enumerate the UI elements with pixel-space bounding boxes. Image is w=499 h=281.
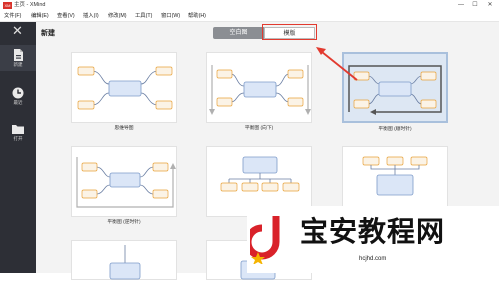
watermark: 宝安教程网 hcjhd.com xyxy=(247,206,499,273)
watermark-text: 宝安教程网 xyxy=(300,215,446,248)
watermark-url: hcjhd.com xyxy=(359,256,387,262)
watermark-logo-icon xyxy=(250,216,280,264)
